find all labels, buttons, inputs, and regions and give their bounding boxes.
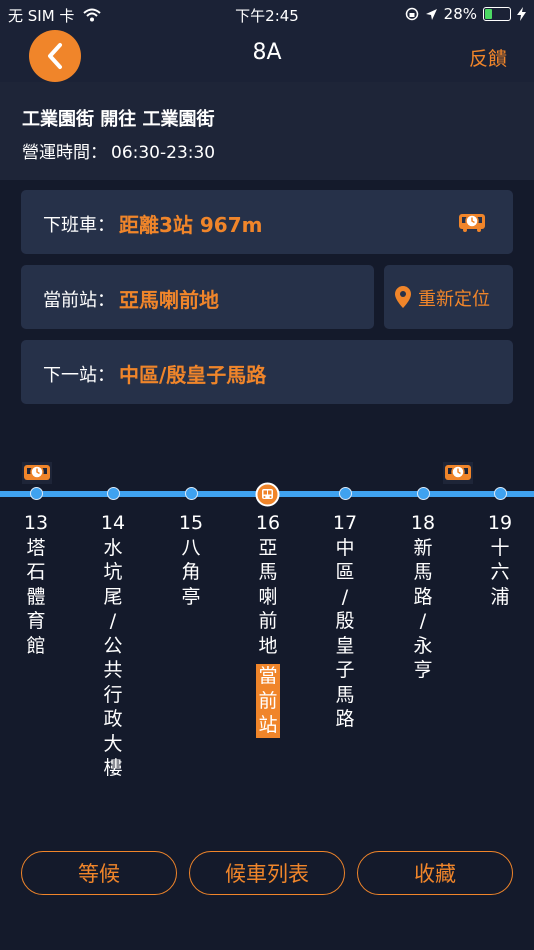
bus-clock-icon [459,214,485,232]
next-bus-card: 下班車： 距離3站 967m [21,190,513,254]
stop-label-17[interactable]: 17 中區 / 殷皇子馬路 [327,511,363,732]
stop-label-19[interactable]: 19 十六浦 [482,511,518,609]
current-stop-card: 當前站： 亞馬喇前地 [21,265,374,329]
battery-percent: 28% [443,5,477,23]
stop-label-16[interactable]: 16 亞馬喇前地 [250,511,286,658]
next-stop-card: 下一站： 中區/殷皇子馬路 [21,340,513,404]
current-stop-value: 亞馬喇前地 [119,288,219,312]
current-stop-label: 當前站： [43,290,115,311]
next-bus-value: 距離3站 967m [119,213,263,237]
operating-hours-label: 營運時間： [22,143,107,163]
favorite-button[interactable]: 收藏 [357,851,513,895]
current-stop-badge: 當前站 [256,664,280,738]
wait-button[interactable]: 等候 [21,851,177,895]
orientation-lock-icon [405,7,418,21]
stop-label-18[interactable]: 18 新馬路 / 永亨 [405,511,441,683]
operating-hours: 營運時間： 06:30-23:30 [22,138,215,163]
route-direction: 工業園街 開往 工業園街 [22,109,215,130]
stop-dot[interactable] [107,487,120,500]
stop-dot[interactable] [417,487,430,500]
next-stop-label: 下一站： [43,365,115,386]
location-pin-icon [395,286,411,308]
relocate-label: 重新定位 [418,289,490,310]
location-arrow-icon [425,8,437,20]
route-number-title: 8A [252,40,282,65]
charging-bolt-icon [517,7,526,21]
stop-dot[interactable] [185,487,198,500]
relocate-button[interactable]: 重新定位 [384,265,513,329]
next-stop-value: 中區/殷皇子馬路 [119,363,267,387]
stop-label-13[interactable]: 13 塔石體育館 [18,511,54,658]
next-bus-label: 下班車： [43,215,115,236]
stop-label-15[interactable]: 15 八角亭 [173,511,209,609]
stop-label-14[interactable]: 14 水坑尾 / 公共行政大樓 [95,511,131,781]
battery-icon [483,7,511,21]
stop-dot[interactable] [494,487,507,500]
stop-dot[interactable] [30,487,43,500]
bus-marker-icon [443,462,473,484]
operating-hours-value: 06:30-23:30 [111,143,216,163]
status-bar: 无 SIM 卡 下午2:45 28% [0,0,534,28]
wait-list-button[interactable]: 候車列表 [189,851,345,895]
stop-dot[interactable] [339,487,352,500]
current-stop-bus-icon[interactable] [255,482,280,507]
route-info-panel: 工業園街 開往 工業園街 營運時間： 06:30-23:30 [0,82,534,180]
status-right: 28% [405,5,526,23]
feedback-button[interactable]: 反饋 [469,44,507,71]
nav-bar: 8A 反饋 [0,28,534,82]
bus-marker-icon [22,462,52,484]
